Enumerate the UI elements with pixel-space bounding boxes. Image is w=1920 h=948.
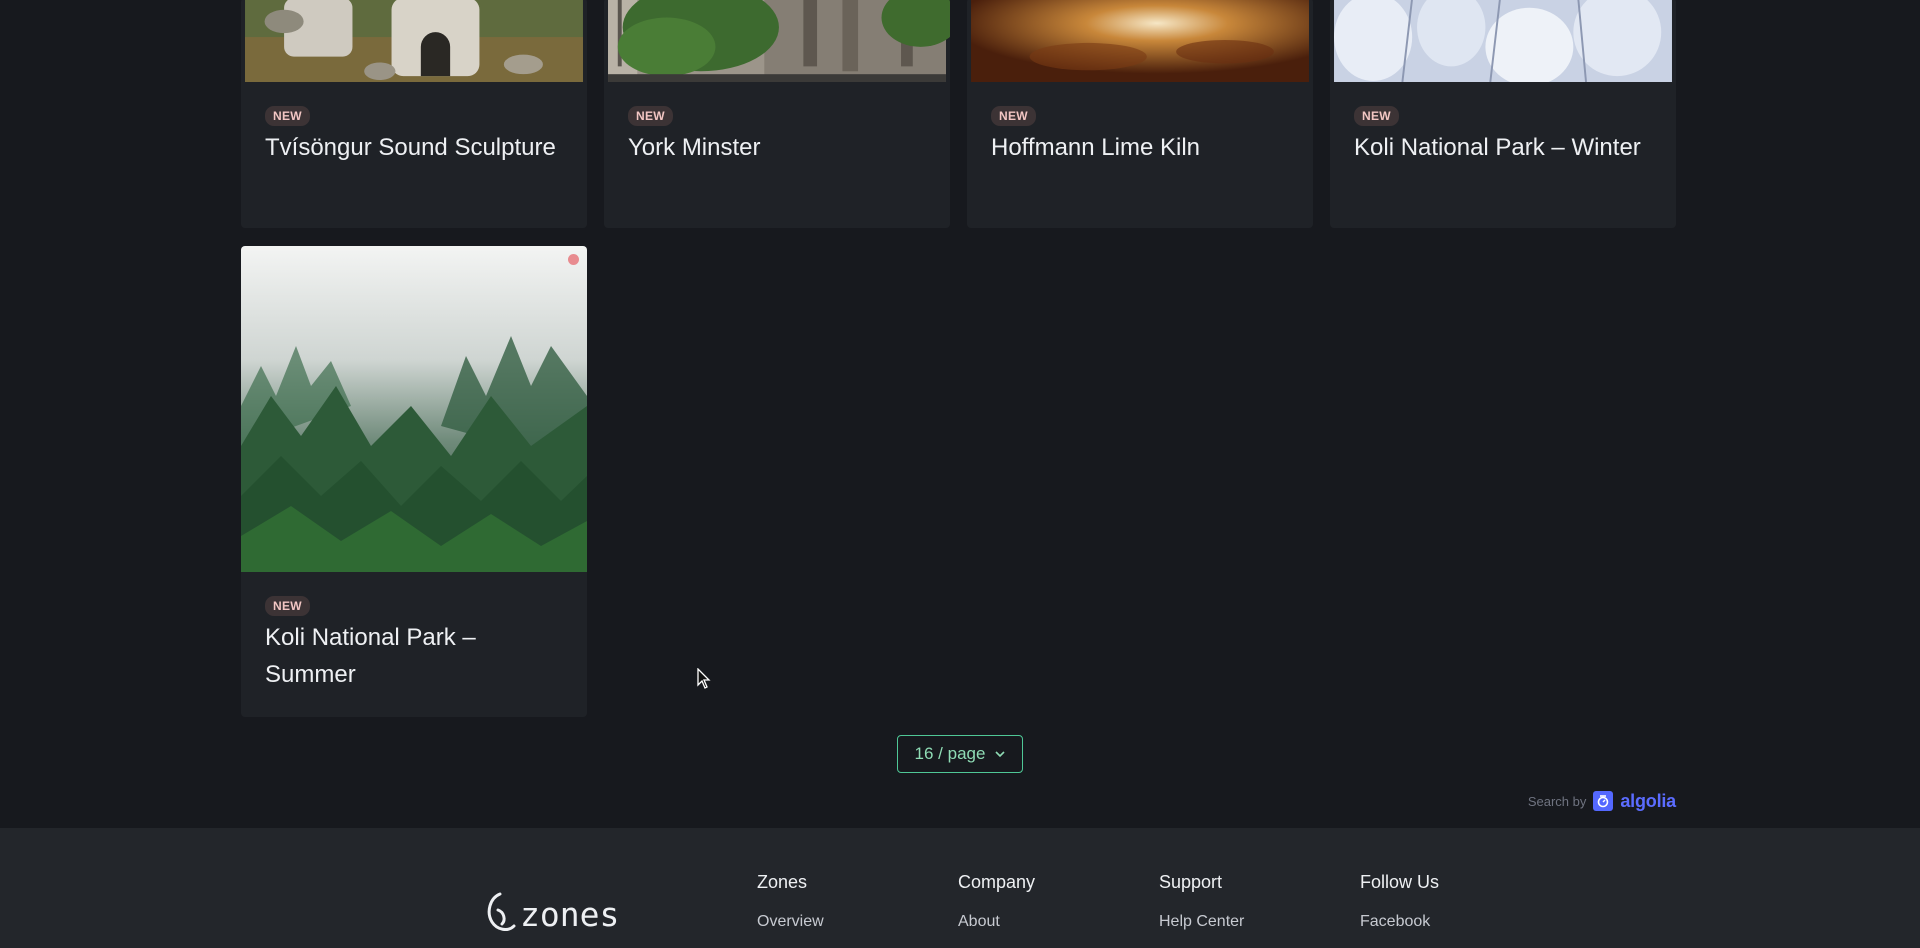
site-footer: zones Zones Overview Company About Suppo… <box>0 828 1920 948</box>
status-dot <box>568 254 579 265</box>
footer-column-follow-us: Follow Us Facebook <box>1360 872 1439 931</box>
place-card[interactable]: NEW Tvísöngur Sound Sculpture <box>241 0 587 228</box>
place-card[interactable]: NEW Hoffmann Lime Kiln <box>967 0 1313 228</box>
footer-column-zones: Zones Overview <box>757 872 824 931</box>
card-image <box>1334 0 1672 82</box>
card-image <box>608 0 950 82</box>
algolia-brand: algolia <box>1620 790 1676 811</box>
place-card[interactable]: NEW Koli National Park – Winter <box>1330 0 1676 228</box>
card-title[interactable]: Hoffmann Lime Kiln <box>991 129 1299 166</box>
logo-text: zones <box>520 894 620 934</box>
footer-heading: Support <box>1159 872 1223 892</box>
page-size-select[interactable]: 16 / page <box>897 735 1023 773</box>
search-by-label: Search by <box>1527 793 1587 809</box>
card-image <box>971 0 1309 82</box>
card-title[interactable]: Koli National Park – Summer <box>265 619 573 693</box>
search-by-algolia[interactable]: Search by algolia <box>1528 790 1676 812</box>
footer-heading: Company <box>958 872 1036 892</box>
zones-logo[interactable]: zones <box>484 890 619 938</box>
footer-heading: Follow Us <box>1360 872 1440 892</box>
place-card[interactable]: NEW Koli National Park – Summer <box>241 246 587 717</box>
footer-heading: Zones <box>757 872 808 892</box>
chevron-down-icon <box>995 750 1006 757</box>
footer-link[interactable]: Facebook <box>1360 913 1439 931</box>
footer-column-support: Support Help Center <box>1159 872 1244 931</box>
new-badge: NEW <box>991 106 1036 126</box>
new-badge: NEW <box>628 106 673 126</box>
algolia-logo-icon <box>1593 791 1614 811</box>
place-card[interactable]: NEW York Minster <box>604 0 950 228</box>
card-image <box>241 246 587 572</box>
page-size-label: 16 / page <box>914 744 986 763</box>
zones-logo-icon <box>487 892 516 931</box>
card-title[interactable]: Tvísöngur Sound Sculpture <box>265 129 573 166</box>
card-image <box>245 0 583 82</box>
new-badge: NEW <box>265 106 310 126</box>
footer-link[interactable]: Help Center <box>1159 913 1244 931</box>
footer-link[interactable]: About <box>958 913 1035 931</box>
new-badge: NEW <box>1354 106 1399 126</box>
footer-link[interactable]: Overview <box>757 913 824 931</box>
mouse-cursor-icon <box>697 668 711 689</box>
card-title[interactable]: York Minster <box>628 129 936 166</box>
card-title[interactable]: Koli National Park – Winter <box>1354 129 1662 166</box>
footer-column-company: Company About <box>958 872 1035 931</box>
new-badge: NEW <box>265 596 310 616</box>
